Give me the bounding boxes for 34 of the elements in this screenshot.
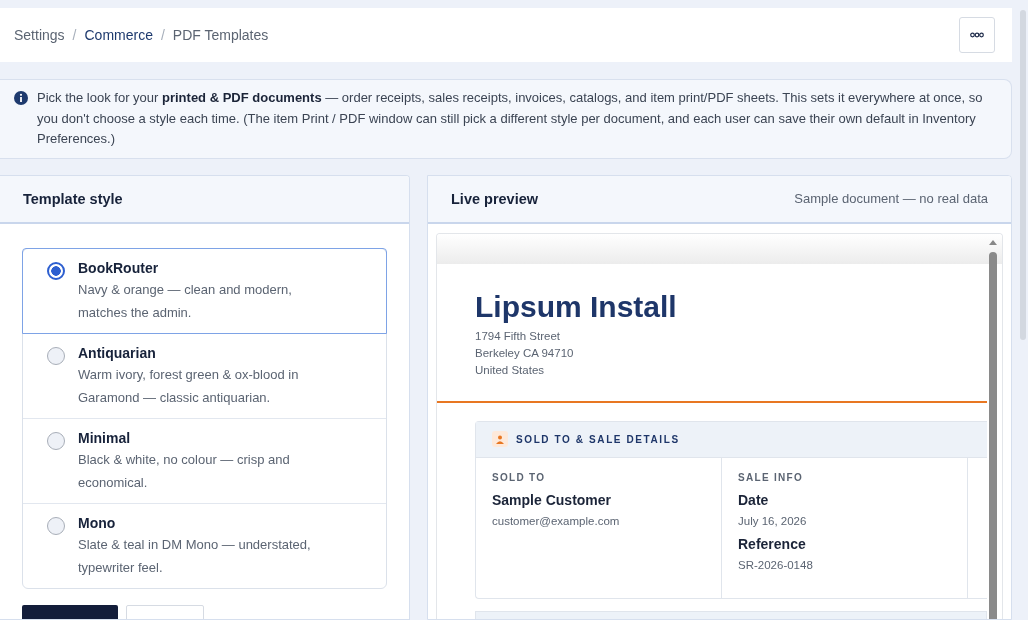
field-label: Sample Customer bbox=[492, 491, 613, 508]
option-name: Antiquarian bbox=[78, 344, 157, 361]
breadcrumb-separator: / bbox=[72, 27, 77, 43]
preview-note: Sample document — no real data bbox=[794, 191, 988, 206]
option-description: Navy & orange — clean and modern, matches the admin. bbox=[78, 280, 293, 322]
field-label: Date bbox=[738, 491, 770, 508]
section-title: SOLD TO & SALE DETAILS bbox=[516, 433, 680, 445]
template-option[interactable]: BookRouter Navy & orange — clean and modern, matches the admin. bbox=[22, 247, 387, 334]
column-heading: SOLD TO bbox=[492, 471, 547, 483]
address-line: United States bbox=[475, 362, 546, 378]
address-line: 1794 Fifth Street bbox=[475, 328, 562, 344]
notice-text: Pick the look for your printed & PDF documents — order receipts, sales receipts, invoices, catalogs, and item print/PDF sheets. This sets it everywhere at once, so you don't choose a style each time. (The item Print / PDF window can still pick a different style per document, and each user can save their own default in Inventory Preferences.) bbox=[37, 89, 984, 148]
option-description: Warm ivory, forest green & ox-blood in Garamond — classic antiquarian. bbox=[78, 365, 300, 407]
template-option[interactable]: Mono Slate & teal in DM Mono — understated, typewriter feel. bbox=[23, 503, 386, 588]
panel-title: Template style bbox=[23, 190, 123, 207]
address-line: Berkeley CA 94710 bbox=[475, 345, 575, 361]
field-value: July 16, 2026 bbox=[738, 514, 808, 527]
breadcrumb-item: PDF Templates bbox=[172, 27, 269, 43]
template-option[interactable]: Antiquarian Warm ivory, forest green & ox-blood in Garamond — classic antiquarian. bbox=[23, 333, 386, 419]
option-description: Slate & teal in DM Mono — understated, typewriter feel. bbox=[78, 535, 312, 577]
company-name: Lipsum Install bbox=[475, 289, 678, 324]
option-name: Mono bbox=[78, 514, 117, 531]
option-name: BookRouter bbox=[78, 259, 160, 276]
column-heading: SALE INFO bbox=[738, 471, 805, 483]
breadcrumb-separator: / bbox=[160, 27, 165, 43]
template-option[interactable]: Minimal Black & white, no colour — crisp and economical. bbox=[23, 418, 386, 504]
option-description: Black & white, no colour — crisp and economical. bbox=[78, 450, 291, 492]
breadcrumb-item: Settings bbox=[14, 27, 65, 43]
field-value: SR-2026-0148 bbox=[738, 558, 814, 571]
breadcrumb-item[interactable]: Commerce bbox=[84, 27, 153, 43]
field-value: customer@example.com bbox=[492, 514, 621, 527]
option-name: Minimal bbox=[78, 429, 132, 446]
panel-title: Live preview bbox=[451, 190, 539, 207]
field-label: Reference bbox=[738, 535, 807, 552]
